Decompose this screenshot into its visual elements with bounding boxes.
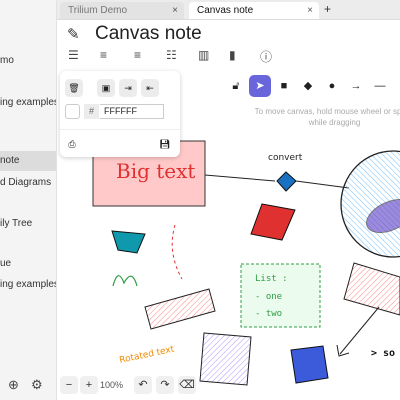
- close-icon[interactable]: ×: [172, 2, 178, 19]
- zoom-out-button[interactable]: −: [60, 376, 78, 394]
- new-tab-button[interactable]: +: [324, 2, 331, 16]
- zoom-level[interactable]: 100%: [100, 376, 123, 394]
- tree-item-label: ue: [0, 258, 12, 269]
- tab-bar: Trilium Demo × Canvas note × +: [57, 0, 400, 20]
- tab-label: Trilium Demo: [68, 5, 128, 16]
- arrow-line: [204, 174, 276, 182]
- tab-canvas-note[interactable]: Canvas note ×: [189, 2, 319, 19]
- tree-item-label: ily Tree: [0, 218, 33, 229]
- map-icon[interactable]: ▥: [198, 48, 209, 62]
- lock-icon[interactable]: 🔓︎: [225, 75, 247, 97]
- text-settings-icon[interactable]: ≡: [100, 48, 107, 62]
- blue-diamond: [276, 171, 297, 192]
- eraser-icon[interactable]: ⌫: [178, 376, 196, 394]
- color-hex-input[interactable]: FFFFFF: [100, 104, 164, 119]
- tree-item-active[interactable]: note: [0, 151, 56, 171]
- rectangle-icon[interactable]: ■: [273, 75, 295, 97]
- close-icon[interactable]: ×: [307, 2, 313, 19]
- arrow-line: [295, 180, 350, 189]
- line-icon[interactable]: —: [369, 75, 391, 97]
- arrow-icon[interactable]: →: [345, 75, 367, 97]
- tab-label: Canvas note: [197, 5, 254, 16]
- excalidraw-canvas[interactable]: Big text convert List : - one - two Rota…: [57, 67, 400, 400]
- convert-label: convert: [268, 153, 303, 163]
- bring-forward-icon[interactable]: ⇤: [141, 79, 159, 97]
- stack-icon[interactable]: ☷: [166, 48, 177, 62]
- undo-icon[interactable]: ↶: [134, 376, 152, 394]
- export-file-icon[interactable]: ⎙: [63, 135, 81, 153]
- list-item: - one: [255, 292, 282, 302]
- teal-shape: [111, 230, 146, 254]
- list-add-icon[interactable]: ≡: [134, 48, 141, 62]
- arrow-line: [339, 306, 380, 355]
- properties-panel: 🗑︎ ▣ ⇥ ⇤ # FFFFFF ⎙ 💾︎: [60, 71, 180, 157]
- pointer-icon[interactable]: ➤: [249, 75, 271, 97]
- sliders-icon[interactable]: ☰: [68, 48, 79, 62]
- dashed-curve: [171, 224, 183, 280]
- redo-icon[interactable]: ↷: [156, 376, 174, 394]
- note-title[interactable]: Canvas note: [95, 23, 202, 45]
- blue-square: [290, 345, 329, 384]
- note-tree-sidebar: mo ing examples note d Diagrams ily Tree…: [0, 0, 57, 400]
- color-swatch[interactable]: [65, 104, 80, 119]
- info-icon[interactable]: ⓘ: [260, 48, 272, 65]
- diamond-icon[interactable]: ◆: [297, 75, 319, 97]
- bar-chart-icon[interactable]: ▮: [229, 48, 236, 62]
- trash-icon[interactable]: 🗑︎: [65, 79, 83, 97]
- canvas-hint: To move canvas, hold mouse wheel or spac…: [254, 107, 400, 127]
- copy-icon[interactable]: ▣: [97, 79, 115, 97]
- shape-toolbar: 🔓︎ ➤ ■ ◆ ● → — ✎: [225, 71, 400, 101]
- tree-item-label: ing examples: [0, 97, 57, 108]
- tab-trilium-demo[interactable]: Trilium Demo ×: [60, 2, 184, 19]
- pen-icon: ✎: [67, 26, 80, 43]
- pink-rectangle-right: [343, 262, 400, 316]
- ribbon-toolbar: ☰ ≡ ≡ ☷ ▥ ▮ ⓘ: [57, 47, 400, 67]
- red-shape: [250, 203, 296, 241]
- send-to-back-icon[interactable]: ⇥: [119, 79, 137, 97]
- zoom-controls: − + 100% ↶ ↷ ⌫: [60, 376, 200, 398]
- partial-text: > so: [371, 348, 395, 359]
- tree-item-label: note: [0, 155, 20, 166]
- target-icon[interactable]: ⊕: [8, 377, 19, 393]
- tree-item-label: mo: [0, 55, 14, 66]
- purple-square: [199, 332, 252, 386]
- big-text-label: Big text: [116, 159, 195, 183]
- tree-item-label: ing examples: [0, 279, 57, 290]
- tree-item-label: d Diagrams: [0, 177, 52, 188]
- list-item: - two: [255, 309, 282, 319]
- pencil-icon[interactable]: ✎: [393, 75, 400, 97]
- zoom-in-button[interactable]: +: [80, 376, 98, 394]
- rotated-text: Rotated text: [119, 344, 176, 365]
- gear-icon[interactable]: ⚙: [31, 377, 43, 393]
- salmon-rectangle: [144, 288, 216, 330]
- divider: [60, 129, 180, 130]
- hash-label: #: [84, 104, 99, 119]
- ellipse-icon[interactable]: ●: [321, 75, 343, 97]
- list-title: List :: [255, 274, 288, 284]
- save-icon[interactable]: 💾︎: [156, 135, 174, 153]
- sidebar-footer: ⊕ ⚙: [0, 374, 56, 396]
- green-scribble: [112, 275, 138, 287]
